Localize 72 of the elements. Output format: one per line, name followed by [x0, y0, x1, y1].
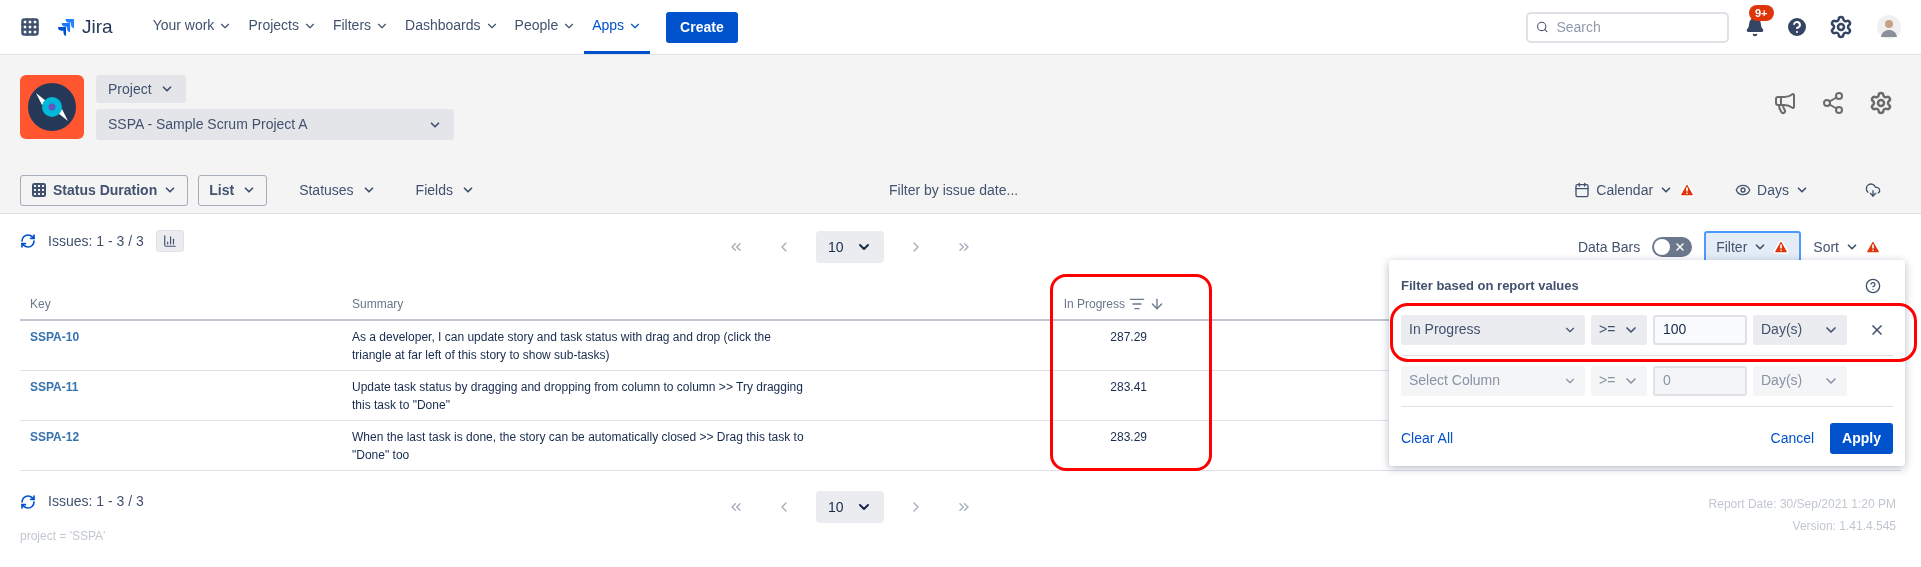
search-icon	[1536, 20, 1549, 34]
view-dropdown[interactable]: List	[198, 174, 268, 206]
clear-all-link[interactable]: Clear All	[1401, 427, 1454, 449]
filter-button[interactable]: Filter	[1704, 231, 1802, 263]
grid-icon	[31, 182, 47, 198]
version-label: Version: 1.41.4.545	[1792, 518, 1896, 535]
nav-menu-item[interactable]: Filters	[324, 0, 398, 54]
page-size-select[interactable]: 10	[816, 491, 884, 523]
filter-icon[interactable]	[1129, 296, 1145, 312]
nav-menu-item[interactable]: Projects	[240, 0, 325, 54]
settings-icon[interactable]	[1829, 15, 1853, 39]
announcement-icon[interactable]	[1773, 91, 1797, 115]
report-type-dropdown[interactable]: Status Duration	[20, 174, 189, 206]
calendar-dropdown[interactable]: Calendar	[1574, 179, 1696, 201]
logo-icon[interactable]	[56, 17, 76, 37]
project-select[interactable]: SSPA - Sample Scrum Project A	[96, 109, 454, 140]
report-date: Report Date: 30/Sep/2021 1:20 PM	[1708, 496, 1896, 513]
refresh-icon[interactable]	[20, 233, 36, 249]
data-bars-toggle[interactable]	[1652, 237, 1693, 257]
in-progress-value: 283.41	[1110, 379, 1148, 396]
download-icon[interactable]	[1865, 182, 1881, 198]
issue-summary: As a developer, I can update story and task status with drag and drop (click the triangle at far left of this story to show sub-tasks)	[352, 329, 772, 364]
in-progress-value: 287.29	[1110, 329, 1148, 346]
avatar-icon[interactable]	[1877, 15, 1901, 39]
bar-chart-icon	[162, 234, 177, 248]
refresh-icon[interactable]	[20, 493, 36, 510]
issue-key-link[interactable]: SSPA-11	[20, 378, 352, 396]
create-button[interactable]: Create	[666, 11, 738, 43]
nav-menu-item[interactable]: Dashboards	[397, 0, 507, 54]
issue-summary: When the last task is done, the story can be automatically closed >> Drag this task to "Done" too	[352, 429, 805, 464]
column-header: Summary	[352, 296, 404, 313]
jql-query: project = 'SSPA'	[20, 528, 106, 545]
column-select[interactable]: In Progress	[1401, 314, 1585, 345]
search-field[interactable]: Search	[1526, 11, 1729, 43]
toolbar-menu[interactable]: Statuses	[291, 179, 384, 201]
search-input[interactable]: Search	[1556, 16, 1719, 38]
issues-count: Issues: 1 - 3 / 3	[48, 492, 144, 511]
project-type-dropdown[interactable]: Project	[96, 75, 186, 103]
settings-icon[interactable]	[1869, 91, 1893, 115]
sort-button[interactable]: Sort	[1813, 236, 1881, 258]
operator-select[interactable]: >=	[1591, 314, 1647, 345]
popup-title: Filter based on report values	[1401, 277, 1579, 295]
data-bars-label: Data Bars	[1577, 237, 1641, 257]
in-progress-value: 283.29	[1110, 429, 1148, 446]
app-name[interactable]: Jira	[82, 12, 113, 42]
issue-summary: Update task status by dragging and dropping from column to column >> Try dragging this task to "Done"	[352, 379, 804, 414]
value-field[interactable]: 100	[1653, 314, 1747, 345]
issue-key-link[interactable]: SSPA-10	[20, 328, 352, 346]
project-avatar-icon[interactable]	[20, 75, 84, 139]
notifications-icon[interactable]	[1745, 17, 1765, 37]
notification-badge: 9+	[1749, 5, 1774, 21]
close-icon	[1674, 241, 1687, 253]
cancel-link[interactable]: Cancel	[1770, 427, 1815, 449]
column-header: Key	[29, 296, 51, 313]
column-header[interactable]: In Progress	[1063, 295, 1125, 313]
date-filter-link[interactable]: Filter by issue date...	[889, 179, 1019, 201]
sort-descending-icon[interactable]	[1149, 296, 1165, 312]
chart-toggle-button[interactable]	[155, 230, 184, 252]
nav-menu-item[interactable]: People	[506, 0, 585, 54]
eye-icon	[1735, 182, 1752, 198]
issue-key-link[interactable]: SSPA-12	[20, 428, 352, 446]
help-icon[interactable]	[1865, 277, 1881, 294]
unit-select[interactable]: Day(s)	[1753, 314, 1847, 345]
calendar-icon	[1574, 182, 1591, 198]
share-icon[interactable]	[1821, 91, 1845, 115]
app-switcher-icon[interactable]	[20, 17, 40, 37]
toolbar-menu[interactable]: Fields	[407, 179, 483, 201]
page-size-select[interactable]: 10	[816, 231, 884, 263]
days-dropdown[interactable]: Days	[1735, 179, 1809, 201]
apply-button[interactable]: Apply	[1830, 422, 1893, 454]
issues-count: Issues: 1 - 3 / 3	[48, 231, 144, 251]
nav-menu-item[interactable]: Your work	[144, 0, 241, 54]
